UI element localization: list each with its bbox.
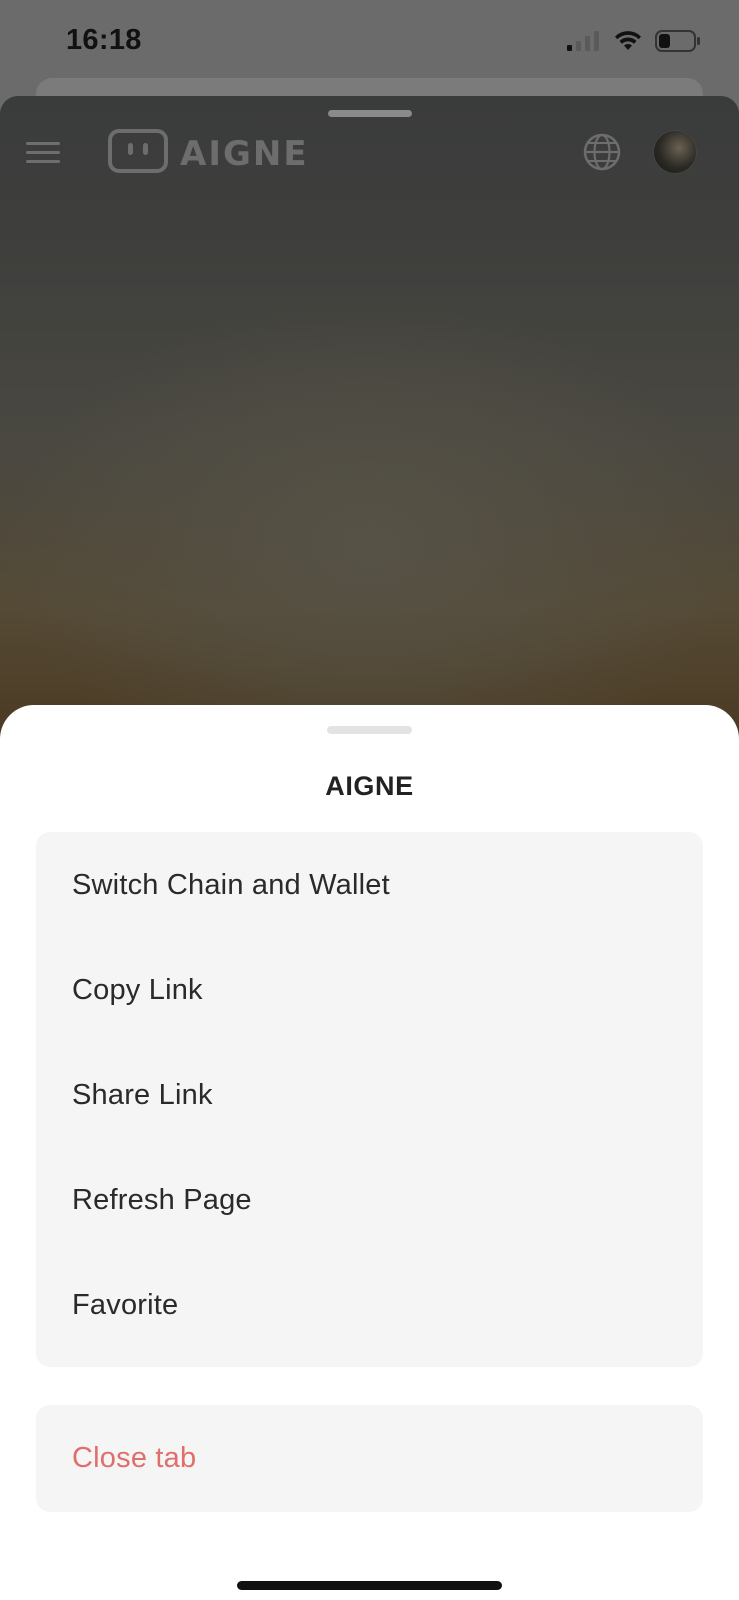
webview-card: AIGNE [0, 96, 739, 736]
status-time: 16:18 [66, 24, 142, 56]
status-bar: 16:18 [0, 0, 739, 80]
action-sheet: AIGNE Switch Chain and Wallet Copy Link … [0, 705, 739, 1600]
menu-item-switch-chain-wallet[interactable]: Switch Chain and Wallet [36, 832, 703, 939]
sheet-title: AIGNE [325, 771, 414, 801]
menu-item-copy-link[interactable]: Copy Link [36, 937, 703, 1044]
sheet-grabber[interactable] [327, 726, 412, 734]
menu-group: Switch Chain and Wallet Copy Link Share … [36, 832, 703, 1367]
wifi-icon [615, 31, 641, 50]
menu-item-share-link[interactable]: Share Link [36, 1042, 703, 1149]
aigne-logo-text: AIGNE [180, 134, 309, 174]
globe-icon[interactable] [582, 132, 622, 172]
menu-item-refresh-page[interactable]: Refresh Page [36, 1147, 703, 1254]
close-tab-button[interactable]: Close tab [36, 1405, 703, 1512]
status-icons [567, 26, 701, 56]
avatar[interactable] [653, 130, 697, 174]
menu-item-favorite[interactable]: Favorite [36, 1252, 703, 1359]
web-header: AIGNE [0, 124, 739, 192]
aigne-logo-mark: AIGNE [108, 129, 309, 174]
cellular-signal-icon [567, 31, 599, 51]
menu-icon[interactable] [26, 140, 60, 166]
home-indicator [237, 1581, 502, 1590]
webview-grabber [328, 110, 412, 117]
aigne-logo[interactable]: AIGNE [108, 128, 320, 179]
battery-icon [655, 30, 700, 52]
